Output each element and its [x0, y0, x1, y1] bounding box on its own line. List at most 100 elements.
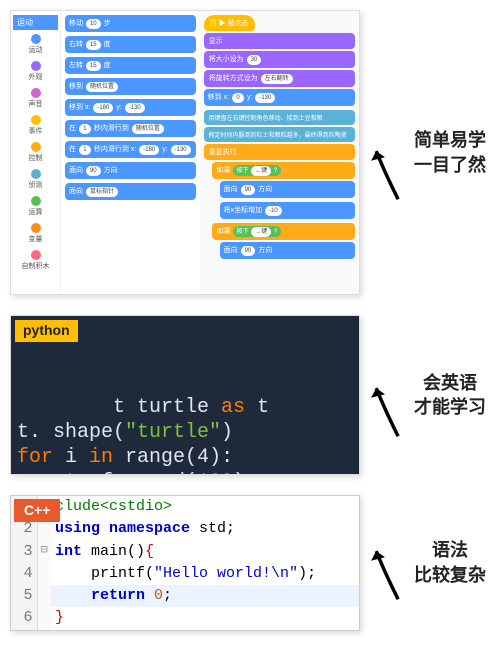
line-number: 6 [11, 607, 37, 629]
if-block[interactable]: 如果 按下 ←键 ? [212, 162, 355, 179]
block-value[interactable]: -130 [171, 145, 191, 155]
looks-block[interactable]: 将大小设为 30 [204, 51, 355, 68]
motion-block[interactable]: 面向 鼠标指针 [65, 183, 196, 200]
palette-category[interactable]: 控制 [13, 142, 58, 163]
block-value[interactable]: 1 [79, 124, 91, 134]
scratch-panel: Scratch 运动 运动外观声音事件控制侦测运算变量自制积木 移动 10 步右… [10, 10, 360, 295]
palette-category[interactable]: 自制积木 [13, 250, 58, 271]
block-label: 移到 x: [69, 104, 90, 111]
motion-block[interactable]: 将x坐标增加 -10 [220, 202, 355, 219]
cpp-caption: 语法 比较复杂 [410, 538, 490, 587]
fold-gutter[interactable]: ⊟ [37, 541, 51, 563]
block-value[interactable]: 10 [86, 19, 101, 29]
block-value[interactable]: 30 [247, 55, 262, 65]
code-line: 1 clude<cstdio> [11, 496, 359, 518]
fold-gutter[interactable] [37, 585, 51, 607]
category-dot-icon [31, 88, 41, 98]
block-value[interactable]: 15 [86, 40, 101, 50]
block-label: 面向 [224, 247, 238, 254]
block-value[interactable]: 随机位置 [132, 124, 164, 134]
scratch-script-area: 当 ▶ 被点击 显示 将大小设为 30 将旋转方式设为 左右翻转 移到 x: 0… [200, 11, 359, 294]
block-label: 度 [104, 62, 111, 69]
block-label: 度 [104, 41, 111, 48]
loop-block[interactable]: 重复执行 [204, 144, 355, 160]
motion-block[interactable]: 移到 随机位置 [65, 78, 196, 95]
motion-block[interactable]: 移动 10 步 [65, 15, 196, 32]
python-caption: 会英语 才能学习 [410, 371, 490, 420]
block-value[interactable]: 左右翻转 [261, 74, 293, 84]
block-value[interactable]: -10 [265, 206, 282, 216]
block-value[interactable]: 90 [241, 185, 256, 195]
motion-block[interactable]: 面向 90 方向 [65, 162, 196, 179]
looks-block[interactable]: 显示 [204, 33, 355, 49]
palette-category[interactable]: 侦测 [13, 169, 58, 190]
block-label: 面向 [224, 186, 238, 193]
block-value[interactable]: ←键 [251, 166, 271, 176]
motion-block[interactable]: 面向 90 方向 [220, 242, 355, 259]
category-label: 变量 [29, 234, 43, 244]
block-label: 方向 [104, 167, 118, 174]
code-line: 6 } [11, 607, 359, 629]
code-line: 2 using namespace std; [11, 518, 359, 540]
category-label: 运动 [29, 45, 43, 55]
block-label: y: [247, 94, 252, 101]
category-label: 自制积木 [22, 261, 50, 271]
block-label: 秒内滑行到 x: [94, 146, 136, 153]
scratch-category-palette: 运动 运动外观声音事件控制侦测运算变量自制积木 [11, 11, 61, 294]
palette-category[interactable]: 事件 [13, 115, 58, 136]
code-line: 4 printf("Hello world!\n"); [11, 563, 359, 585]
block-label: 如果 [217, 228, 231, 235]
block-label: 移到 [69, 83, 83, 90]
block-value[interactable]: 鼠标指针 [86, 187, 118, 197]
category-dot-icon [31, 142, 41, 152]
block-value[interactable]: 90 [241, 246, 256, 256]
block-value[interactable]: 随机位置 [86, 82, 118, 92]
block-label: 方向 [258, 247, 272, 254]
motion-block[interactable]: 左转 15 度 [65, 57, 196, 74]
block-label: 在 [69, 146, 76, 153]
block-label: y: [162, 146, 167, 153]
motion-block[interactable]: 右转 15 度 [65, 36, 196, 53]
palette-category[interactable]: 声音 [13, 88, 58, 109]
motion-block[interactable]: 在 1 秒内滑行到 随机位置 [65, 120, 196, 137]
scratch-block-list: 移动 10 步右转 15 度左转 15 度移到 随机位置 移到 x: -180 … [61, 11, 200, 294]
motion-block[interactable]: 在 1 秒内滑行到 x: -180 y: -130 [65, 141, 196, 158]
condition-block[interactable]: 按下 →键 ? [233, 226, 282, 237]
cpp-code-table: 1 clude<cstdio> 2 using namespace std; 3… [11, 496, 359, 630]
block-value[interactable]: -130 [255, 93, 275, 103]
condition-block[interactable]: 按下 ←键 ? [233, 165, 282, 176]
fold-gutter[interactable] [37, 563, 51, 585]
block-value[interactable]: 1 [79, 145, 91, 155]
fold-gutter[interactable] [37, 607, 51, 629]
block-value[interactable]: 15 [86, 61, 101, 71]
block-label: 方向 [258, 186, 272, 193]
hat-block[interactable]: 当 ▶ 被点击 [204, 15, 255, 31]
block-value[interactable]: -130 [125, 103, 145, 113]
palette-category[interactable]: 变量 [13, 223, 58, 244]
block-value[interactable]: -180 [139, 145, 159, 155]
block-value[interactable]: 90 [86, 166, 101, 176]
looks-block[interactable]: 将旋转方式设为 左右翻转 [204, 70, 355, 87]
block-value[interactable]: 0 [232, 93, 244, 103]
palette-category[interactable]: 运动 [13, 34, 58, 55]
block-value[interactable]: -180 [93, 103, 113, 113]
line-number: 5 [11, 585, 37, 607]
comment-block[interactable]: 用键盘左右键控制角色移动、接到土豆和粮 [204, 110, 355, 125]
palette-category[interactable]: 运算 [13, 196, 58, 217]
category-label: 侦测 [29, 180, 43, 190]
palette-category[interactable]: 外观 [13, 61, 58, 82]
category-label: 声音 [29, 99, 43, 109]
block-label: 如果 [217, 167, 231, 174]
motion-block[interactable]: 移到 x: 0 y: -130 [204, 89, 355, 106]
arrow-icon [365, 138, 405, 208]
category-label: 事件 [29, 126, 43, 136]
scratch-current-category: 运动 [13, 15, 58, 30]
python-tag: python [15, 320, 78, 342]
motion-block[interactable]: 面向 90 方向 [220, 181, 355, 198]
comment-block[interactable]: 假定时间内服到的栏土和粮粒越多，最终得到的陶瓷 [204, 127, 355, 142]
if-block[interactable]: 如果 按下 →键 ? [212, 223, 355, 240]
motion-block[interactable]: 移到 x: -180 y: -130 [65, 99, 196, 116]
block-label: 右转 [69, 41, 83, 48]
code-line: 5 return 0; [11, 585, 359, 607]
block-value[interactable]: →键 [251, 227, 271, 237]
